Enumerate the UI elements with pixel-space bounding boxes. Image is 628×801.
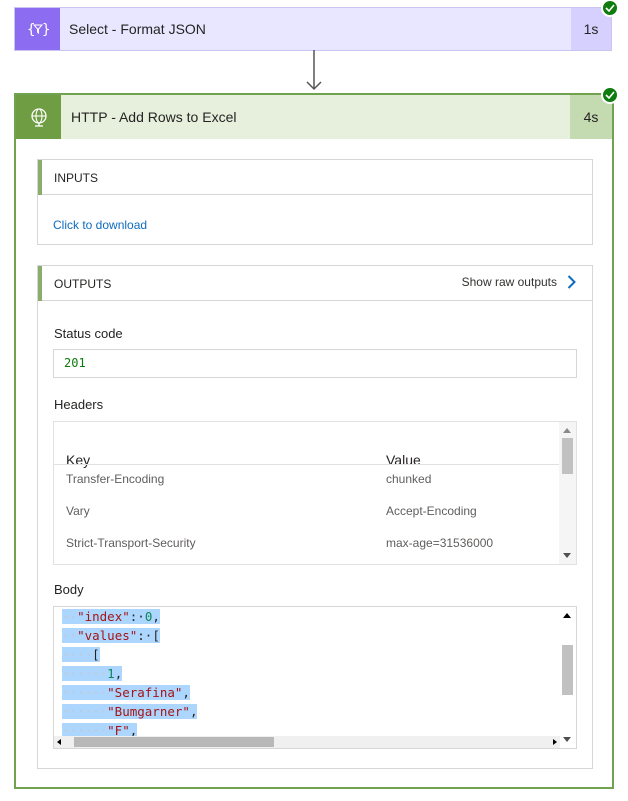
code-value: [: [152, 628, 160, 643]
code-line: ····[: [62, 645, 378, 664]
inputs-section: INPUTS Click to download: [37, 159, 593, 245]
svg-text:}: }: [42, 22, 50, 38]
code-indent: ····: [62, 647, 93, 662]
connector-down-arrow-icon: [306, 50, 322, 91]
outputs-label: OUTPUTS: [54, 277, 112, 291]
success-check-icon: [601, 0, 619, 17]
select-action-title: Select - Format JSON: [69, 21, 206, 37]
show-raw-outputs-label: Show raw outputs: [461, 275, 557, 289]
code-punctuation: ,: [189, 704, 198, 719]
code-punctuation: ,: [152, 609, 160, 624]
http-action-card: HTTP - Add Rows to Excel 4s INPUTS Click…: [14, 93, 614, 789]
header-key: Transfer-Encoding: [66, 472, 165, 486]
body-vertical-scrollbar[interactable]: [559, 607, 576, 742]
code-separator: :·: [137, 628, 153, 643]
code-key: "index": [77, 609, 130, 624]
code-value: [: [92, 647, 100, 662]
headers-divider: [54, 464, 560, 465]
code-line: ······"Bumgarner",: [62, 702, 378, 721]
code-punctuation: ,: [114, 666, 123, 681]
code-value: 1: [107, 666, 115, 681]
headers-table: Key Value Transfer-Encoding chunked Vary…: [53, 421, 577, 565]
chevron-right-icon: [567, 275, 576, 289]
scroll-thumb[interactable]: [562, 438, 573, 474]
code-indent: ······: [62, 666, 108, 681]
code-value: "Serafina": [107, 685, 183, 700]
body-code: ··"index":·0, ··"values":·[····[······1, ·…: [62, 607, 379, 748]
scroll-left-icon[interactable]: [57, 739, 61, 745]
header-key: Strict-Transport-Security: [66, 536, 196, 550]
select-action-card[interactable]: { } Select - Format JSON 1s: [14, 7, 612, 51]
scroll-thumb[interactable]: [562, 645, 573, 695]
header-value: chunked: [386, 472, 432, 486]
body-label: Body: [54, 582, 84, 597]
code-indent: ··: [62, 628, 78, 643]
scroll-up-icon[interactable]: [563, 613, 571, 618]
status-code-value: 201: [53, 349, 577, 378]
inputs-label: INPUTS: [54, 171, 99, 185]
code-punctuation: ,: [182, 685, 190, 700]
header-value: Accept-Encoding: [386, 504, 477, 518]
code-separator: :·: [129, 609, 145, 624]
connector-arrow-icon: [313, 0, 315, 1]
code-line: ······1,: [62, 664, 378, 683]
header-key: Vary: [66, 504, 90, 518]
show-raw-outputs-button[interactable]: Show raw outputs: [462, 275, 576, 289]
headers-key-column: Key: [66, 452, 91, 468]
scroll-up-icon[interactable]: [563, 428, 571, 433]
code-line: ··"values":·[: [62, 626, 378, 645]
inputs-header: INPUTS: [38, 160, 592, 195]
download-link[interactable]: Click to download: [53, 218, 147, 232]
headers-value-column: Value: [386, 452, 421, 468]
code-indent: ··: [62, 609, 78, 624]
status-code-label: Status code: [54, 326, 123, 341]
globe-icon: [16, 95, 61, 139]
headers-label: Headers: [54, 397, 104, 412]
scroll-thumb[interactable]: [74, 737, 274, 747]
headers-scrollbar[interactable]: [559, 422, 576, 564]
outputs-header: OUTPUTS Show raw outputs: [38, 266, 592, 301]
scroll-right-icon[interactable]: [553, 739, 557, 745]
code-key: "values": [77, 628, 138, 643]
scroll-down-icon[interactable]: [563, 553, 571, 558]
code-line: ······"Serafina",: [62, 683, 378, 702]
http-action-title: HTTP - Add Rows to Excel: [71, 109, 237, 125]
code-line: ··"index":·0,: [62, 607, 378, 626]
outputs-section: OUTPUTS Show raw outputs Status code 201…: [37, 265, 593, 769]
http-action-header[interactable]: HTTP - Add Rows to Excel 4s: [16, 95, 612, 139]
code-indent: ······: [62, 685, 108, 700]
header-value: max-age=31536000: [386, 536, 494, 550]
success-check-icon: [601, 86, 619, 104]
select-braces-icon: { }: [15, 8, 60, 50]
code-value: "Bumgarner": [107, 704, 190, 719]
scroll-down-icon[interactable]: [563, 737, 571, 742]
body-horizontal-scrollbar[interactable]: [54, 736, 560, 748]
code-indent: ······: [62, 704, 108, 719]
svg-text:{: {: [27, 22, 35, 38]
body-code-viewer[interactable]: ··"index":·0, ··"values":·[····[······1, ·…: [53, 606, 577, 749]
